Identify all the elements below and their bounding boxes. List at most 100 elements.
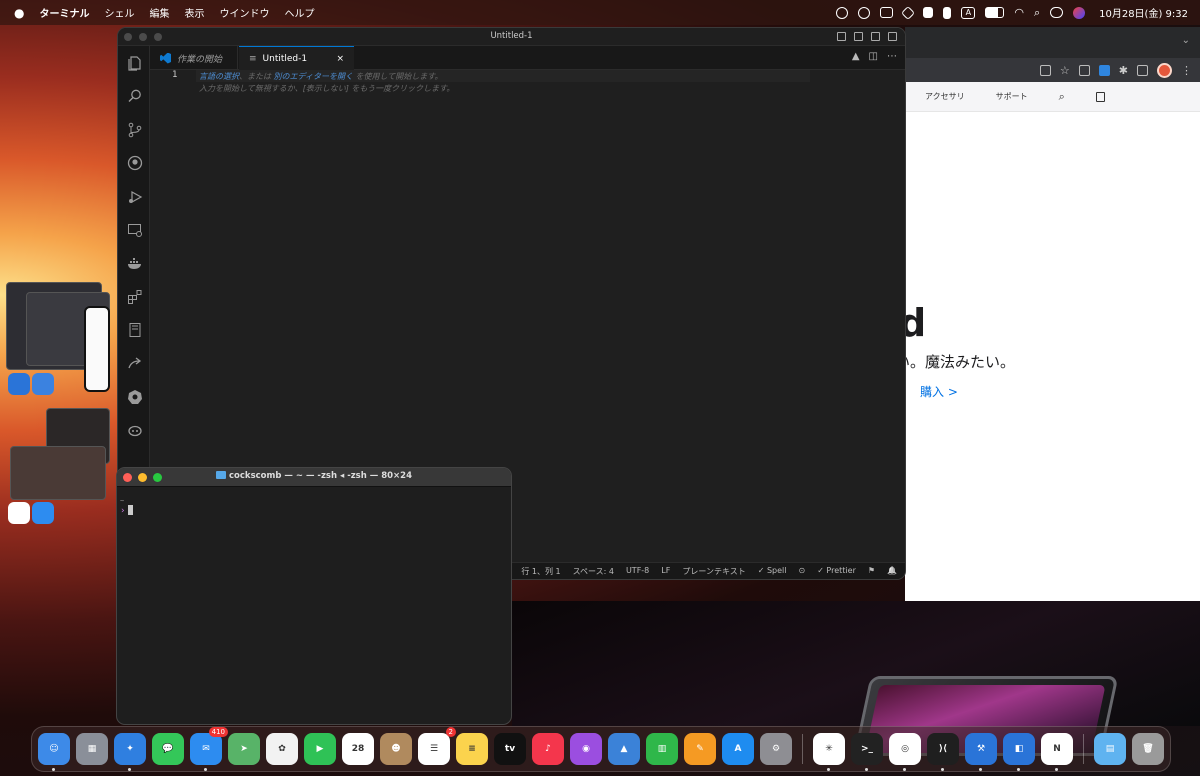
simulator-dock-icon[interactable]: ◧ <box>1003 733 1035 771</box>
status-cursor-position[interactable]: 行 1、列 1 <box>521 566 560 577</box>
apple-menu-icon[interactable]: ● <box>14 6 24 20</box>
status-encoding[interactable]: UTF-8 <box>626 566 649 577</box>
source-control-icon[interactable] <box>126 121 143 138</box>
notion-dock-icon[interactable]: N <box>1041 733 1073 771</box>
notes-dock-icon[interactable]: ≡ <box>456 733 488 765</box>
toggle-panel-icon[interactable] <box>854 32 863 41</box>
contacts-dock-icon[interactable]: ☻ <box>380 733 412 765</box>
menu-icon[interactable]: ⋮ <box>1181 64 1192 77</box>
safari-dock-icon[interactable]: ✦ <box>114 733 146 771</box>
trash-dock-icon[interactable]: 🗑 <box>1132 733 1164 765</box>
run-debug-icon[interactable] <box>126 188 143 205</box>
music-dock-icon[interactable]: ♪ <box>532 733 564 765</box>
reminders-dock-icon[interactable]: ☰ 2 <box>418 727 456 765</box>
menu-window[interactable]: ウインドウ <box>219 5 269 20</box>
app-store-dock-icon[interactable]: A <box>722 733 754 765</box>
display-icon[interactable] <box>880 7 894 18</box>
slack-dock-icon[interactable]: ✳ <box>813 733 845 771</box>
tv-dock-icon[interactable]: tv <box>494 733 526 765</box>
system-settings-dock-icon[interactable]: ⚙ <box>760 733 792 765</box>
photos-dock-icon[interactable]: ✿ <box>266 733 298 765</box>
control-center-icon[interactable] <box>1050 7 1064 18</box>
maps-dock-icon[interactable]: ➤ <box>228 733 260 765</box>
tab-untitled-1[interactable]: ≡ Untitled-1 × <box>239 46 354 70</box>
extension-icon[interactable] <box>1098 64 1110 76</box>
vs-code-dock-icon[interactable]: ⟩⟨ <box>927 733 959 771</box>
more-actions-icon[interactable]: ⋯ <box>887 51 897 62</box>
toggle-sidebar-icon[interactable] <box>837 32 846 41</box>
mail-dock-icon[interactable]: ✉ 410 <box>190 727 228 771</box>
status-indentation[interactable]: スペース: 4 <box>573 566 614 577</box>
live-share-icon[interactable] <box>126 355 143 372</box>
battery-icon[interactable] <box>943 6 952 19</box>
facetime-dock-icon[interactable]: ▶ <box>304 733 336 765</box>
split-editor-icon[interactable]: ◫ <box>869 51 878 62</box>
docker-icon[interactable] <box>126 255 143 272</box>
search-icon[interactable] <box>126 87 143 104</box>
github-icon[interactable] <box>126 154 143 171</box>
warning-icon[interactable]: ▲ <box>852 51 860 62</box>
menu-view[interactable]: 表示 <box>184 5 204 20</box>
keynote-dock-icon[interactable]: ▲ <box>608 733 640 765</box>
menu-edit[interactable]: 編集 <box>149 5 169 20</box>
copilot-icon[interactable] <box>126 421 143 438</box>
stage-manager-group-slack[interactable] <box>6 408 110 524</box>
side-panel-icon[interactable] <box>1137 64 1148 76</box>
bookmark-star-icon[interactable]: ☆ <box>1060 64 1070 77</box>
calendar-dock-icon[interactable]: 28 <box>342 733 374 765</box>
tab-search-button[interactable]: ⌄ <box>1182 35 1190 46</box>
launchpad-dock-icon[interactable]: ▦ <box>76 733 108 765</box>
open-other-editor-link[interactable]: 別のエディターを開く <box>274 72 353 81</box>
chrome-dock-icon[interactable]: ◎ <box>889 733 921 771</box>
wifi-icon[interactable]: ◠ <box>1014 6 1024 19</box>
screen-record-icon[interactable] <box>858 6 871 19</box>
close-tab-icon[interactable]: × <box>336 54 344 64</box>
puzzle-icon[interactable]: ✱ <box>1119 64 1128 77</box>
finder-dock-icon[interactable]: ☺ <box>38 733 70 771</box>
copilot-status-icon[interactable]: ⊙ <box>798 566 805 577</box>
dropbox-icon[interactable] <box>901 5 916 20</box>
input-method-icon[interactable]: A <box>961 6 976 19</box>
evernote-icon[interactable] <box>923 7 934 18</box>
nav-support[interactable]: サポート <box>996 91 1028 102</box>
profile-avatar[interactable] <box>1157 62 1172 78</box>
kubernetes-icon[interactable] <box>126 388 143 405</box>
terminal-dock-icon[interactable]: >_ <box>851 733 883 771</box>
creative-cloud-icon[interactable] <box>836 6 849 19</box>
buy-link[interactable]: 購入 > <box>920 383 958 400</box>
bag-icon[interactable] <box>1095 91 1105 102</box>
terminal-output[interactable]: ~ › <box>117 487 511 526</box>
menu-help[interactable]: ヘルプ <box>284 5 314 20</box>
toggle-secondary-sidebar-icon[interactable] <box>871 32 880 41</box>
notebook-icon[interactable] <box>126 321 143 338</box>
stage-manager-group-xcode[interactable] <box>6 278 110 395</box>
menu-shell[interactable]: シェル <box>104 5 134 20</box>
explorer-icon[interactable] <box>126 54 143 71</box>
numbers-dock-icon[interactable]: ▥ <box>646 733 678 765</box>
search-icon[interactable]: ⌕ <box>1034 6 1040 20</box>
notifications-bell-icon[interactable]: 🔔 <box>887 566 897 577</box>
downloads-dock-icon[interactable]: ▤ <box>1094 733 1126 765</box>
podcasts-dock-icon[interactable]: ◉ <box>570 733 602 765</box>
status-eol[interactable]: LF <box>661 566 670 577</box>
select-language-link[interactable]: 言語の選択 <box>199 72 239 81</box>
nav-accessories[interactable]: アクセサリ <box>925 91 965 102</box>
pages-dock-icon[interactable]: ✎ <box>684 733 716 765</box>
status-spell[interactable]: ✓ Spell <box>758 566 787 577</box>
status-prettier[interactable]: ✓ Prettier <box>817 566 856 577</box>
clock[interactable]: 10月28日(金) 9:32 <box>1099 5 1188 20</box>
messages-dock-icon[interactable]: 💬 <box>152 733 184 765</box>
extension-icon[interactable] <box>1078 64 1090 76</box>
remote-explorer-icon[interactable] <box>126 221 143 238</box>
search-icon[interactable]: ⌕ <box>1059 90 1065 104</box>
status-language-mode[interactable]: プレーンテキスト <box>682 566 745 577</box>
xcode-dock-icon[interactable]: ⚒ <box>965 733 997 771</box>
extensions-icon[interactable] <box>126 288 143 305</box>
share-icon[interactable] <box>1039 64 1051 76</box>
siri-icon[interactable] <box>1073 6 1086 19</box>
app-menu[interactable]: ターミナル <box>39 5 89 20</box>
feedback-icon[interactable]: ⚑ <box>868 566 875 577</box>
battery-level-icon[interactable] <box>985 7 1005 18</box>
tab-welcome[interactable]: 作業の開始 <box>150 46 238 70</box>
customize-layout-icon[interactable] <box>888 32 897 41</box>
